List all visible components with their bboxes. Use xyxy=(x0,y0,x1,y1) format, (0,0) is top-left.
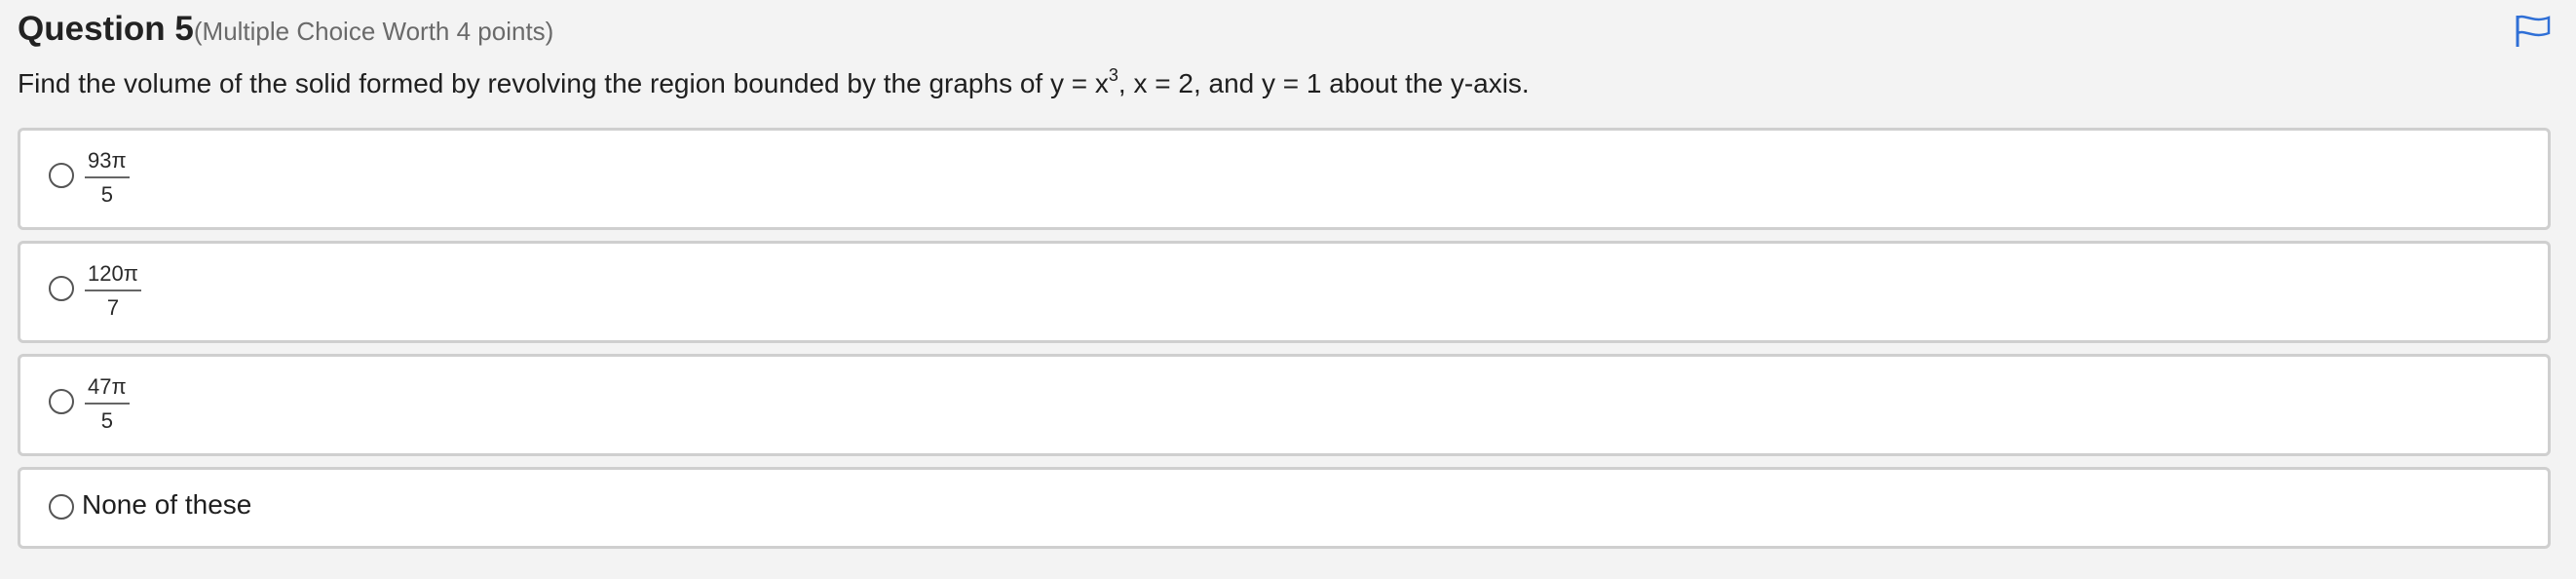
radio-button[interactable] xyxy=(49,163,74,188)
option-label: None of these xyxy=(82,489,252,520)
fraction-denominator: 5 xyxy=(100,182,113,207)
fraction-numerator: 93π xyxy=(85,148,130,178)
radio-button[interactable] xyxy=(49,494,74,520)
fraction: 47π 5 xyxy=(85,374,130,434)
question-prompt-main: Find the volume of the solid formed by r… xyxy=(18,68,1109,98)
answer-option-4[interactable]: None of these xyxy=(18,467,2551,549)
fraction: 120π 7 xyxy=(85,261,141,321)
fraction: 93π 5 xyxy=(85,148,130,208)
fraction-numerator: 120π xyxy=(85,261,141,291)
flag-icon[interactable] xyxy=(2514,14,2553,49)
answer-option-1[interactable]: 93π 5 xyxy=(18,128,2551,230)
answer-option-3[interactable]: 47π 5 xyxy=(18,354,2551,456)
question-points: (Multiple Choice Worth 4 points) xyxy=(193,17,554,46)
radio-button[interactable] xyxy=(49,276,74,301)
question-exponent: 3 xyxy=(1108,65,1118,85)
question-title: Question 5 xyxy=(18,10,194,48)
fraction-denominator: 7 xyxy=(106,295,120,320)
fraction-numerator: 47π xyxy=(85,374,130,405)
fraction-denominator: 5 xyxy=(100,408,113,433)
question-prompt: Find the volume of the solid formed by r… xyxy=(18,65,1530,99)
radio-button[interactable] xyxy=(49,389,74,414)
question-header: Question 5 (Multiple Choice Worth 4 poin… xyxy=(18,10,553,57)
question-prompt-rest: , x = 2, and y = 1 about the y-axis. xyxy=(1118,68,1530,98)
answer-option-2[interactable]: 120π 7 xyxy=(18,241,2551,343)
question-page: Question 5 (Multiple Choice Worth 4 poin… xyxy=(0,0,2576,579)
